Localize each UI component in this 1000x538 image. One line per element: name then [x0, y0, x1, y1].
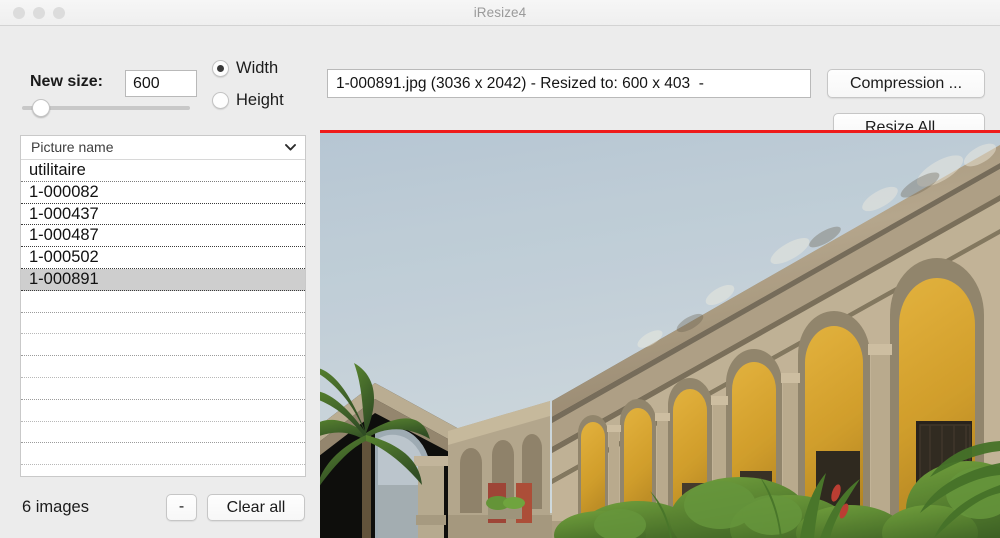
list-item[interactable]: utilitaire — [21, 160, 305, 182]
list-column-header[interactable]: Picture name — [21, 136, 305, 160]
list-column-header-label: Picture name — [31, 139, 114, 155]
title-bar: iResize4 — [0, 0, 1000, 26]
list-item-empty[interactable] — [21, 313, 305, 335]
list-item-empty[interactable] — [21, 334, 305, 357]
radio-height-label: Height — [236, 91, 284, 109]
radio-option-height[interactable]: Height — [212, 91, 284, 110]
list-item[interactable]: 1-000082 — [21, 182, 305, 204]
list-item[interactable]: 1-000487 — [21, 225, 305, 248]
radio-height-icon[interactable] — [212, 92, 229, 109]
list-item-empty[interactable] — [21, 291, 305, 313]
list-item-empty[interactable] — [21, 356, 305, 378]
app-window: iResize4 New size: Width Height Compress… — [0, 0, 1000, 538]
preview-accent-line — [320, 130, 1000, 133]
list-item-empty[interactable] — [21, 400, 305, 422]
list-item-empty[interactable] — [21, 443, 305, 466]
toolbar: New size: Width Height Compression ... R… — [0, 26, 1000, 142]
radio-width-icon[interactable] — [212, 60, 229, 77]
list-item-empty[interactable] — [21, 378, 305, 400]
list-rows: utilitaire 1-000082 1-000437 1-000487 1-0005… — [21, 160, 305, 476]
picture-list[interactable]: Picture name utilitaire 1-000082 1-000437 1… — [20, 135, 306, 477]
new-size-input[interactable] — [125, 70, 197, 97]
file-info-field[interactable] — [327, 69, 811, 98]
list-item[interactable]: 1-000502 — [21, 247, 305, 269]
image-preview-pane[interactable] — [320, 130, 1000, 538]
list-item[interactable]: 1-000891 — [21, 268, 305, 291]
list-item-empty[interactable] — [21, 422, 305, 444]
chevron-down-icon[interactable] — [285, 144, 296, 151]
compression-button[interactable]: Compression ... — [827, 69, 985, 98]
image-count-label: 6 images — [22, 498, 89, 516]
radio-width-label: Width — [236, 59, 279, 77]
remove-image-button[interactable]: - — [166, 494, 197, 521]
slider-knob[interactable] — [32, 99, 50, 117]
list-item-empty[interactable] — [21, 465, 305, 476]
list-item[interactable]: 1-000437 — [21, 204, 305, 226]
size-slider[interactable] — [22, 98, 190, 118]
clear-all-button[interactable]: Clear all — [207, 494, 305, 521]
preview-photo — [320, 133, 1000, 538]
new-size-label: New size: — [30, 73, 103, 90]
radio-option-width[interactable]: Width — [212, 59, 278, 78]
window-title: iResize4 — [473, 5, 527, 20]
